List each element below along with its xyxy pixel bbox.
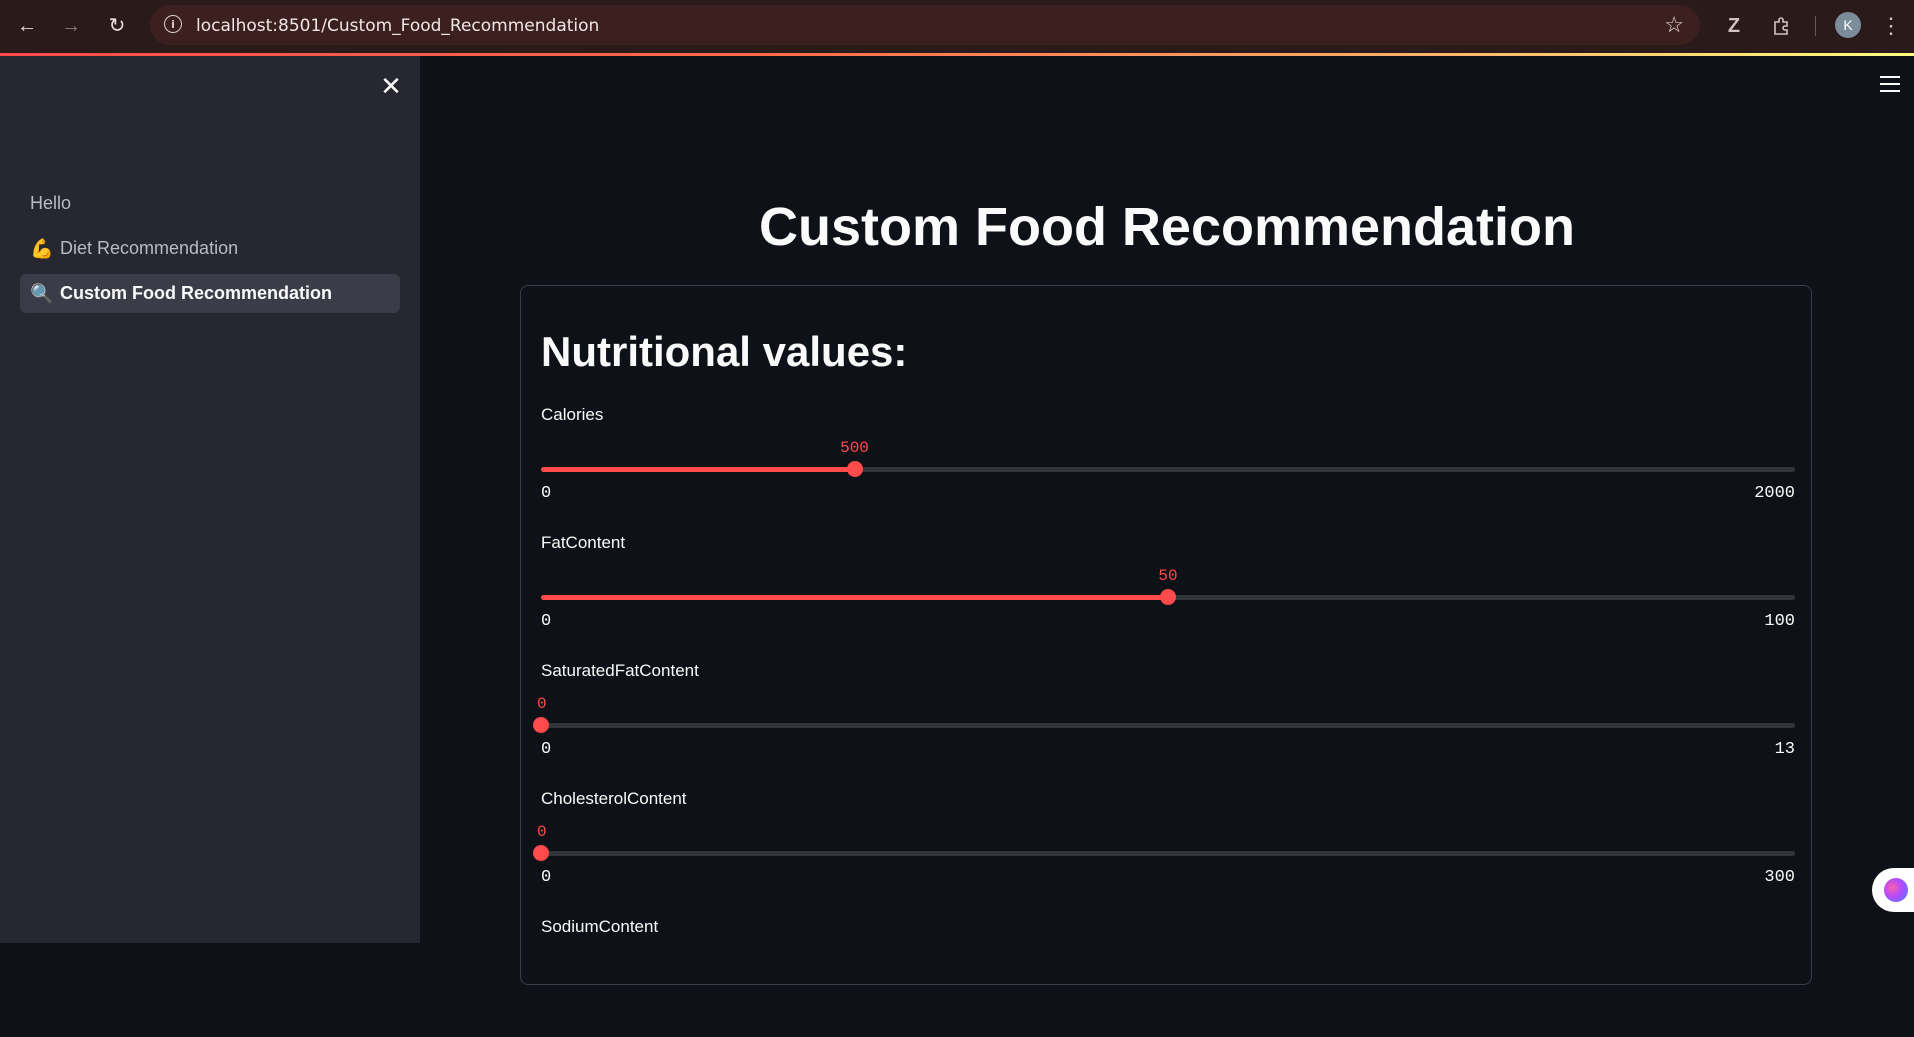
slider-label: CholesterolContent	[541, 789, 687, 808]
slider-max: 2000	[1754, 484, 1795, 503]
nutrition-form: Nutritional values: Calories 500 0 2000 …	[520, 285, 1812, 985]
sidebar-item-diet-recommendation[interactable]: 💪 Diet Recommendation	[20, 229, 400, 268]
slider-thumb[interactable]	[533, 717, 549, 733]
slider-min: 0	[541, 484, 552, 503]
form-heading: Nutritional values:	[541, 328, 908, 375]
flexed-biceps-icon: 💪	[30, 238, 54, 260]
slider-fill	[541, 467, 855, 472]
slider-sodium-content: SodiumContent	[541, 917, 1795, 1037]
page-title: Custom Food Recommendation	[758, 197, 1575, 257]
bookmark-star-icon[interactable]: ☆	[1664, 12, 1684, 38]
slider-max: 13	[1774, 740, 1795, 759]
extensions-puzzle-icon[interactable]	[1768, 12, 1796, 40]
slider-fat-content: FatContent 50 0 100	[541, 533, 1795, 653]
reload-icon[interactable]: ↻	[103, 12, 131, 40]
address-bar[interactable]: i localhost:8501/Custom_Food_Recommendat…	[150, 5, 1700, 45]
slider-max: 300	[1764, 868, 1795, 887]
close-sidebar-icon[interactable]: ✕	[378, 74, 404, 100]
sidebar: ✕ Hello 💪 Diet Recommendation 🔍 Custom F…	[0, 56, 420, 943]
site-info-icon[interactable]: i	[164, 15, 182, 33]
forward-icon[interactable]: →	[57, 12, 85, 40]
slider-value: 0	[537, 823, 547, 841]
slider-track[interactable]	[541, 589, 1795, 605]
slider-track[interactable]	[533, 845, 1795, 861]
browser-toolbar: ← → ↻ i localhost:8501/Custom_Food_Recom…	[0, 0, 1914, 53]
slider-label: FatContent	[541, 533, 626, 552]
slider-track[interactable]	[533, 717, 1795, 733]
slider-thumb[interactable]	[533, 845, 549, 861]
slider-track[interactable]	[541, 461, 1795, 477]
slider-thumb[interactable]	[1160, 589, 1176, 605]
toolbar-divider	[1815, 16, 1816, 36]
main-menu-icon[interactable]	[1880, 76, 1900, 97]
slider-fill	[541, 595, 1168, 600]
browser-menu-icon[interactable]: ⋮	[1877, 12, 1905, 40]
sidebar-item-hello[interactable]: Hello	[20, 184, 400, 223]
slider-min: 0	[541, 740, 552, 759]
slider-label: SaturatedFatContent	[541, 661, 699, 680]
sidebar-nav: Hello 💪 Diet Recommendation 🔍 Custom Foo…	[20, 184, 400, 319]
assistant-widget[interactable]	[1872, 868, 1914, 912]
slider-label: Calories	[541, 405, 604, 424]
slider-cholesterol-content: CholesterolContent 0 0 300	[533, 789, 1795, 909]
slider-value: 0	[537, 695, 547, 713]
slider-label: SodiumContent	[541, 917, 659, 936]
slider-value: 500	[840, 439, 869, 457]
slider-min: 0	[541, 612, 552, 631]
extension-z-icon[interactable]: Z	[1720, 12, 1748, 40]
slider-thumb[interactable]	[846, 461, 863, 477]
url-text[interactable]: localhost:8501/Custom_Food_Recommendatio…	[196, 16, 599, 36]
sidebar-item-label: Hello	[30, 193, 72, 213]
magnifying-glass-icon: 🔍	[30, 283, 54, 305]
slider-min: 0	[541, 868, 552, 887]
slider-calories: Calories 500 0 2000	[541, 405, 1795, 525]
slider-max: 100	[1764, 612, 1795, 631]
sidebar-item-label: Diet Recommendation	[60, 238, 239, 258]
sidebar-item-custom-food-recommendation[interactable]: 🔍 Custom Food Recommendation	[20, 274, 400, 313]
slider-saturated-fat-content: SaturatedFatContent 0 0 13	[533, 661, 1795, 781]
back-icon[interactable]: ←	[13, 12, 41, 40]
slider-value: 50	[1158, 567, 1178, 585]
brain-icon	[1884, 878, 1908, 902]
profile-avatar[interactable]: K	[1835, 12, 1861, 38]
sidebar-item-label: Custom Food Recommendation	[60, 283, 333, 303]
